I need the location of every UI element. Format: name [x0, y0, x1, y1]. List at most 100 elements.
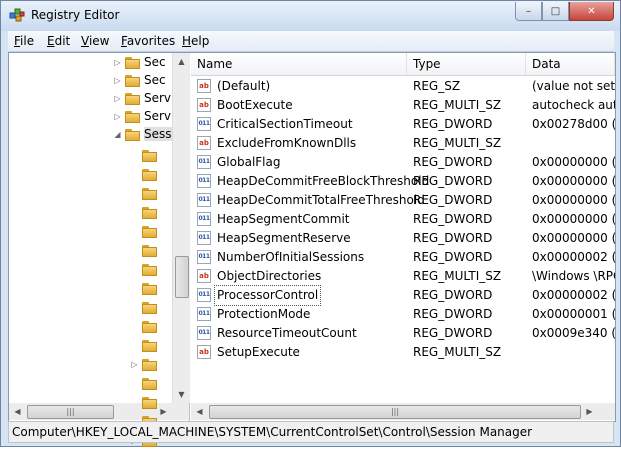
- value-row[interactable]: 011 HeapDeCommitTotalFreeThreshold REG_DWO…: [191, 191, 615, 210]
- close-button[interactable]: ✕: [569, 2, 614, 21]
- value-data: 0x00278d00 (25: [532, 117, 615, 131]
- tree-child-item[interactable]: [130, 165, 161, 183]
- value-name[interactable]: HeapSegmentReserve: [215, 229, 353, 248]
- string-value-icon: ab: [197, 136, 211, 150]
- tree-item[interactable]: ▷ Serv: [113, 89, 171, 107]
- collapsed-arrow-icon[interactable]: ▷: [113, 94, 122, 103]
- tree-item-label: Sec: [144, 73, 166, 87]
- expanded-arrow-icon[interactable]: ◢: [113, 130, 122, 139]
- value-name[interactable]: NumberOfInitialSessions: [215, 248, 366, 267]
- value-name[interactable]: (Default): [215, 77, 272, 96]
- tree-child-item[interactable]: [130, 241, 161, 259]
- value-name[interactable]: ResourceTimeoutCount: [215, 324, 359, 343]
- value-type: REG_MULTI_SZ: [413, 345, 502, 359]
- maximize-button[interactable]: □: [542, 2, 569, 21]
- value-row[interactable]: 011ProcessorControl REG_DWORD 0x00000002 (…: [191, 285, 615, 306]
- value-row[interactable]: 011 ProtectionMode REG_DWORD 0x00000001 (1): [191, 305, 615, 324]
- value-row[interactable]: ab (Default) REG_SZ (value not set): [191, 77, 615, 96]
- collapsed-arrow-icon[interactable]: ▷: [113, 76, 122, 85]
- title-bar[interactable]: Registry Editor – □ ✕: [1, 1, 620, 31]
- value-row[interactable]: ab SetupExecute REG_MULTI_SZ: [191, 343, 615, 362]
- minimize-button[interactable]: –: [515, 2, 542, 21]
- tree-item[interactable]: ▷ Sec: [113, 53, 165, 71]
- column-header-name[interactable]: Name: [191, 53, 407, 75]
- value-name[interactable]: HeapSegmentCommit: [215, 210, 352, 229]
- value-row[interactable]: ab BootExecute REG_MULTI_SZ autocheck autoc: [191, 96, 615, 115]
- value-name[interactable]: ObjectDirectories: [215, 267, 323, 286]
- menu-favorites[interactable]: Favorites: [121, 34, 175, 48]
- tree-child-item[interactable]: [130, 279, 161, 297]
- tree-child-item[interactable]: [130, 184, 161, 202]
- value-row[interactable]: 011 HeapDeCommitFreeBlockThreshold REG_DWO…: [191, 172, 615, 191]
- tree-item-label: Sess: [144, 127, 172, 141]
- registry-values-list[interactable]: Name Type Data ◀ ||| ▶ ab (Default) REG_SZ…: [191, 53, 615, 421]
- collapsed-arrow-icon[interactable]: ▷: [113, 112, 122, 121]
- registry-key-tree[interactable]: ▲ ▼ ◀ ||| ▶ ▷Sec▷Sec▷Serv▷Serv◢Sess▷▷: [9, 53, 190, 447]
- tree-child-item[interactable]: [130, 260, 161, 278]
- string-value-icon: ab: [197, 269, 211, 283]
- value-row[interactable]: 011 HeapSegmentCommit REG_DWORD 0x00000000 …: [191, 210, 615, 229]
- value-name[interactable]: HeapDeCommitFreeBlockThreshold: [215, 172, 431, 191]
- value-row[interactable]: 011 HeapSegmentReserve REG_DWORD 0x00000000…: [191, 229, 615, 248]
- value-type: REG_DWORD: [413, 174, 493, 188]
- tree-child-item[interactable]: [130, 393, 161, 411]
- value-data: (value not set): [532, 79, 615, 93]
- value-data: autocheck autoc: [532, 98, 615, 112]
- binary-value-icon: 011: [197, 307, 211, 321]
- menu-edit[interactable]: Edit: [47, 34, 70, 48]
- value-name[interactable]: ProcessorControl: [213, 285, 322, 306]
- value-name[interactable]: CriticalSectionTimeout: [215, 115, 355, 134]
- value-data: [532, 134, 615, 153]
- tree-child-item[interactable]: [130, 222, 161, 240]
- tree-child-item[interactable]: [130, 203, 161, 221]
- tree-item[interactable]: ▷ Sec: [113, 71, 166, 89]
- tree-scroll-thumb[interactable]: [175, 256, 189, 298]
- value-row[interactable]: 011 GlobalFlag REG_DWORD 0x00000000 (0): [191, 153, 615, 172]
- string-value-icon: ab: [197, 98, 211, 112]
- value-row[interactable]: ab ObjectDirectories REG_MULTI_SZ \Windows …: [191, 267, 615, 286]
- registry-editor-icon: [9, 8, 25, 22]
- collapsed-arrow-icon[interactable]: ▷: [113, 58, 122, 67]
- menu-file[interactable]: File: [14, 34, 34, 48]
- tree-vertical-scrollbar[interactable]: ▲ ▼: [172, 53, 190, 403]
- tree-item[interactable]: ▷ Serv: [113, 107, 171, 125]
- scroll-right-arrow[interactable]: ▶: [581, 403, 598, 420]
- tree-child-item[interactable]: [130, 146, 161, 164]
- value-name[interactable]: HeapDeCommitTotalFreeThreshold: [215, 191, 427, 210]
- value-name[interactable]: GlobalFlag: [215, 153, 283, 172]
- tree-child-item[interactable]: [130, 298, 161, 316]
- menu-view[interactable]: View: [81, 34, 109, 48]
- value-name[interactable]: ProtectionMode: [215, 305, 312, 324]
- binary-value-icon: 011: [197, 212, 211, 226]
- column-header-data[interactable]: Data: [526, 53, 615, 75]
- status-path: Computer\HKEY_LOCAL_MACHINE\SYSTEM\Curre…: [12, 425, 533, 439]
- values-horizontal-scrollbar[interactable]: ◀ ||| ▶: [191, 403, 598, 420]
- tree-child-item[interactable]: [130, 374, 161, 392]
- value-name[interactable]: BootExecute: [215, 96, 295, 115]
- value-row[interactable]: 011 CriticalSectionTimeout REG_DWORD 0x0027…: [191, 115, 615, 134]
- binary-value-icon: 011: [197, 117, 211, 131]
- tree-child-item[interactable]: [130, 336, 161, 354]
- value-name[interactable]: ExcludeFromKnownDlls: [215, 134, 358, 153]
- registry-editor-window: Registry Editor – □ ✕ File Edit View Fav…: [0, 0, 621, 447]
- scroll-left-arrow[interactable]: ◀: [191, 403, 208, 420]
- value-type: REG_DWORD: [413, 250, 493, 264]
- scroll-up-arrow[interactable]: ▲: [173, 53, 190, 70]
- tree-child-item[interactable]: ▷: [130, 355, 161, 373]
- scroll-left-arrow[interactable]: ◀: [9, 403, 26, 420]
- tree-child-item[interactable]: [130, 317, 161, 335]
- value-row[interactable]: 011 NumberOfInitialSessions REG_DWORD 0x000…: [191, 248, 615, 267]
- scroll-down-arrow[interactable]: ▼: [173, 386, 190, 403]
- tree-hscroll-thumb[interactable]: |||: [27, 405, 114, 419]
- value-row[interactable]: 011 ResourceTimeoutCount REG_DWORD 0x0009e3…: [191, 324, 615, 343]
- menu-help[interactable]: Help: [182, 34, 209, 48]
- column-header-type[interactable]: Type: [407, 53, 526, 75]
- value-name[interactable]: SetupExecute: [215, 343, 302, 362]
- tree-item[interactable]: ◢ Sess: [113, 125, 172, 143]
- collapsed-arrow-icon[interactable]: ▷: [130, 360, 139, 369]
- values-scroll-corner: [598, 403, 615, 420]
- binary-value-icon: 011: [197, 174, 211, 188]
- binary-value-icon: 011: [197, 193, 211, 207]
- values-hscroll-thumb[interactable]: |||: [209, 405, 581, 419]
- value-row[interactable]: ab ExcludeFromKnownDlls REG_MULTI_SZ: [191, 134, 615, 153]
